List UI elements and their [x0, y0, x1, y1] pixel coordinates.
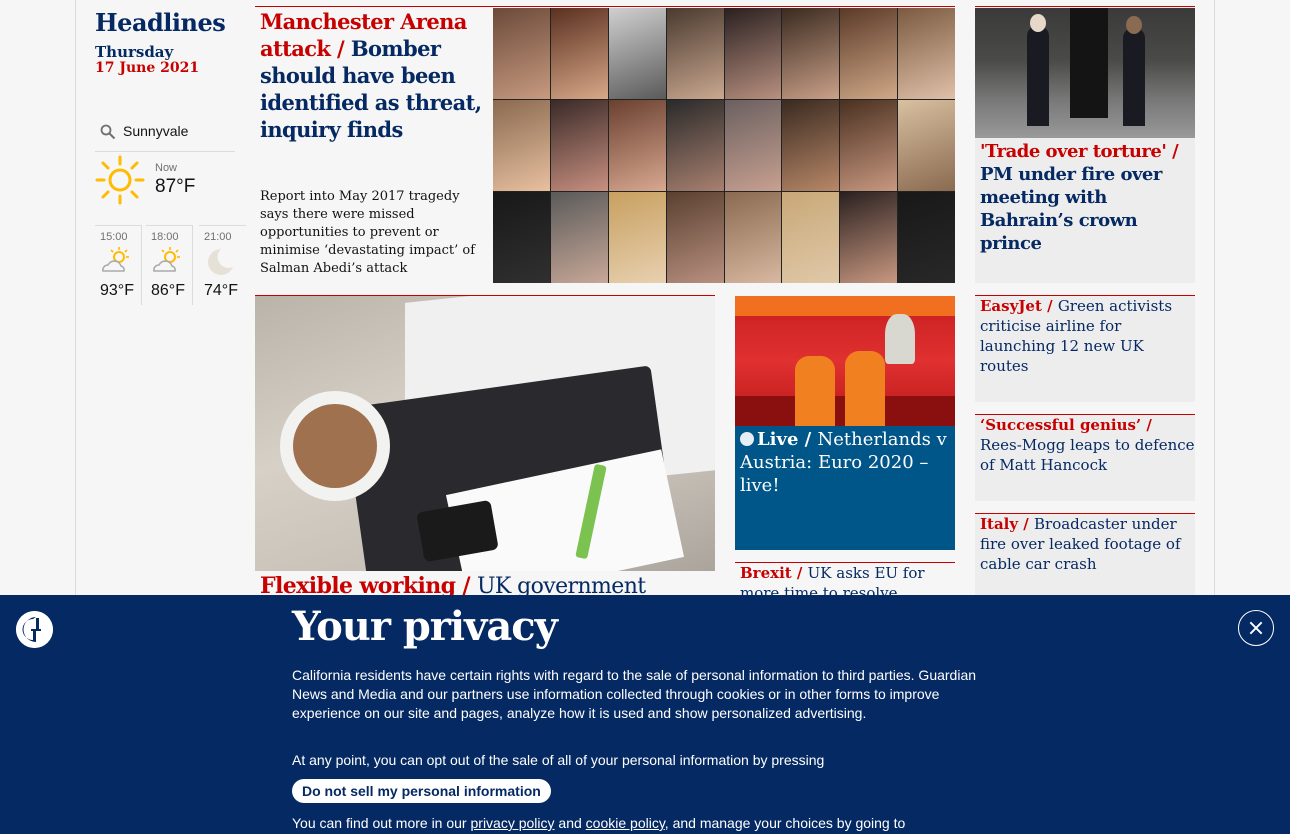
- forecast-temp: 93°F: [100, 282, 134, 299]
- photo: [493, 192, 550, 283]
- forecast-time: 15:00: [100, 231, 128, 243]
- live-story-card[interactable]: Live / Netherlands v Austria: Euro 2020 …: [735, 296, 955, 550]
- photo: [782, 192, 840, 283]
- photo: [898, 192, 955, 283]
- pm-photo[interactable]: [975, 8, 1195, 138]
- weather-location[interactable]: Sunnyvale: [95, 118, 235, 152]
- forecast-temp: 74°F: [204, 282, 238, 299]
- now-label: Now: [155, 162, 178, 174]
- brexit-kicker: Brexit /: [740, 564, 803, 582]
- photo: [666, 8, 724, 99]
- main-headline[interactable]: Manchester Arena attack / Bomber should …: [260, 8, 485, 143]
- more-info-text: You can find out more in our: [292, 815, 467, 831]
- sun-cloud-icon: [153, 247, 180, 272]
- italy-kicker: Italy /: [980, 515, 1029, 533]
- photo: [898, 8, 955, 99]
- do-not-sell-button[interactable]: Do not sell my personal information: [292, 779, 551, 803]
- pm-kicker: 'Trade over torture' /: [980, 141, 1179, 162]
- photo: [840, 8, 898, 99]
- close-icon: [1249, 621, 1263, 635]
- fans-trophy-photo: [735, 296, 955, 426]
- manage-text: , and manage your choices by going to: [664, 815, 906, 831]
- photo: [840, 192, 898, 283]
- section-heading: Headlines: [95, 8, 226, 37]
- photo: [493, 100, 550, 191]
- forecast-time: 18:00: [151, 231, 179, 243]
- guardian-logo-icon: [16, 611, 53, 648]
- search-icon: [100, 124, 116, 140]
- italy-headline[interactable]: Italy / Broadcaster under fire over leak…: [980, 514, 1195, 574]
- victims-photo-grid[interactable]: [493, 8, 955, 283]
- photo: [666, 192, 724, 283]
- cookie-policy-link[interactable]: cookie policy: [586, 815, 665, 831]
- privacy-paragraph: California residents have certain rights…: [292, 667, 977, 721]
- reesmogg-headline-text: Rees-Mogg leaps to defence of Matt Hanco…: [980, 436, 1195, 474]
- photo: [608, 8, 666, 99]
- photo: [724, 100, 782, 191]
- photo: [898, 100, 955, 191]
- pm-headline-text: PM under fire over meeting with Bahrain’…: [980, 164, 1162, 254]
- live-kicker: Live /: [757, 429, 812, 450]
- photo: [724, 8, 782, 99]
- photo: [608, 100, 666, 191]
- photo: [840, 100, 898, 191]
- date-day: Thursday: [95, 43, 174, 61]
- photo: [550, 8, 608, 99]
- reesmogg-kicker: ‘Successful genius’ /: [980, 416, 1152, 434]
- live-headline[interactable]: Live / Netherlands v Austria: Euro 2020 …: [740, 428, 950, 497]
- and-text: and: [558, 815, 582, 831]
- privacy-title: Your privacy: [292, 603, 558, 650]
- photo: [782, 8, 840, 99]
- date-full: 17 June 2021: [95, 60, 200, 76]
- main-standfirst: Report into May 2017 tragedy says there …: [260, 189, 476, 276]
- easyjet-kicker: EasyJet /: [980, 297, 1053, 315]
- privacy-policy-link[interactable]: privacy policy: [471, 815, 555, 831]
- forecast-item: 21:00 74°F: [199, 225, 246, 305]
- location-input[interactable]: Sunnyvale: [123, 123, 233, 139]
- now-temperature: 87°F: [155, 176, 196, 197]
- reesmogg-headline[interactable]: ‘Successful genius’ / Rees-Mogg leaps to…: [980, 415, 1195, 475]
- privacy-more-info: You can find out more in our privacy pol…: [292, 814, 905, 833]
- photo: [666, 100, 724, 191]
- photo: [493, 8, 550, 99]
- easyjet-headline[interactable]: EasyJet / Green activists criticise airl…: [980, 296, 1195, 376]
- photo: [550, 192, 608, 283]
- sun-icon: [95, 155, 145, 205]
- live-dot-icon: [740, 432, 754, 446]
- photo: [550, 100, 608, 191]
- pm-headline[interactable]: 'Trade over torture' / PM under fire ove…: [980, 140, 1195, 255]
- sun-cloud-icon: [102, 247, 129, 272]
- photo: [608, 192, 666, 283]
- photo: [782, 100, 840, 191]
- moon-icon: [208, 249, 233, 275]
- forecast-item: 18:00 86°F: [146, 225, 193, 305]
- laptop-coffee-photo[interactable]: [255, 296, 715, 571]
- forecast-item: 15:00 93°F: [95, 225, 142, 305]
- photo: [724, 192, 782, 283]
- forecast-temp: 86°F: [151, 282, 185, 299]
- close-banner-button[interactable]: [1238, 610, 1274, 646]
- privacy-opt-out-text: At any point, you can opt out of the sal…: [292, 752, 825, 768]
- forecast-time: 21:00: [204, 231, 232, 243]
